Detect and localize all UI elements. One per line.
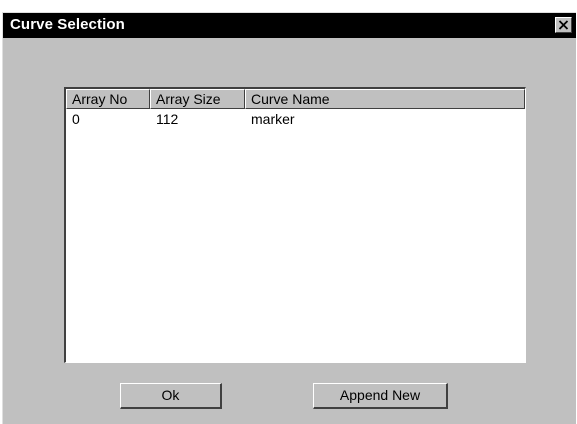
close-button[interactable] xyxy=(555,17,572,33)
title-bar[interactable]: Curve Selection xyxy=(3,13,576,38)
column-header-array-no[interactable]: Array No xyxy=(66,89,150,109)
column-header-curve-name[interactable]: Curve Name xyxy=(245,89,525,109)
curve-selection-dialog: Curve Selection Array No Array Size Curv… xyxy=(2,12,576,424)
cell-curve-name: marker xyxy=(251,111,295,127)
list-rows: 0 112 marker xyxy=(66,110,525,129)
list-item[interactable]: 0 112 marker xyxy=(66,110,525,129)
close-icon xyxy=(558,20,569,30)
ok-button[interactable]: Ok xyxy=(120,383,222,409)
list-header: Array No Array Size Curve Name xyxy=(66,89,525,109)
cell-array-size: 112 xyxy=(156,111,179,127)
window-title: Curve Selection xyxy=(10,16,125,33)
curve-list[interactable]: Array No Array Size Curve Name 0 112 mar… xyxy=(64,87,526,363)
cell-array-no: 0 xyxy=(72,111,80,127)
append-new-button[interactable]: Append New xyxy=(313,383,448,409)
column-header-array-size[interactable]: Array Size xyxy=(150,89,245,109)
